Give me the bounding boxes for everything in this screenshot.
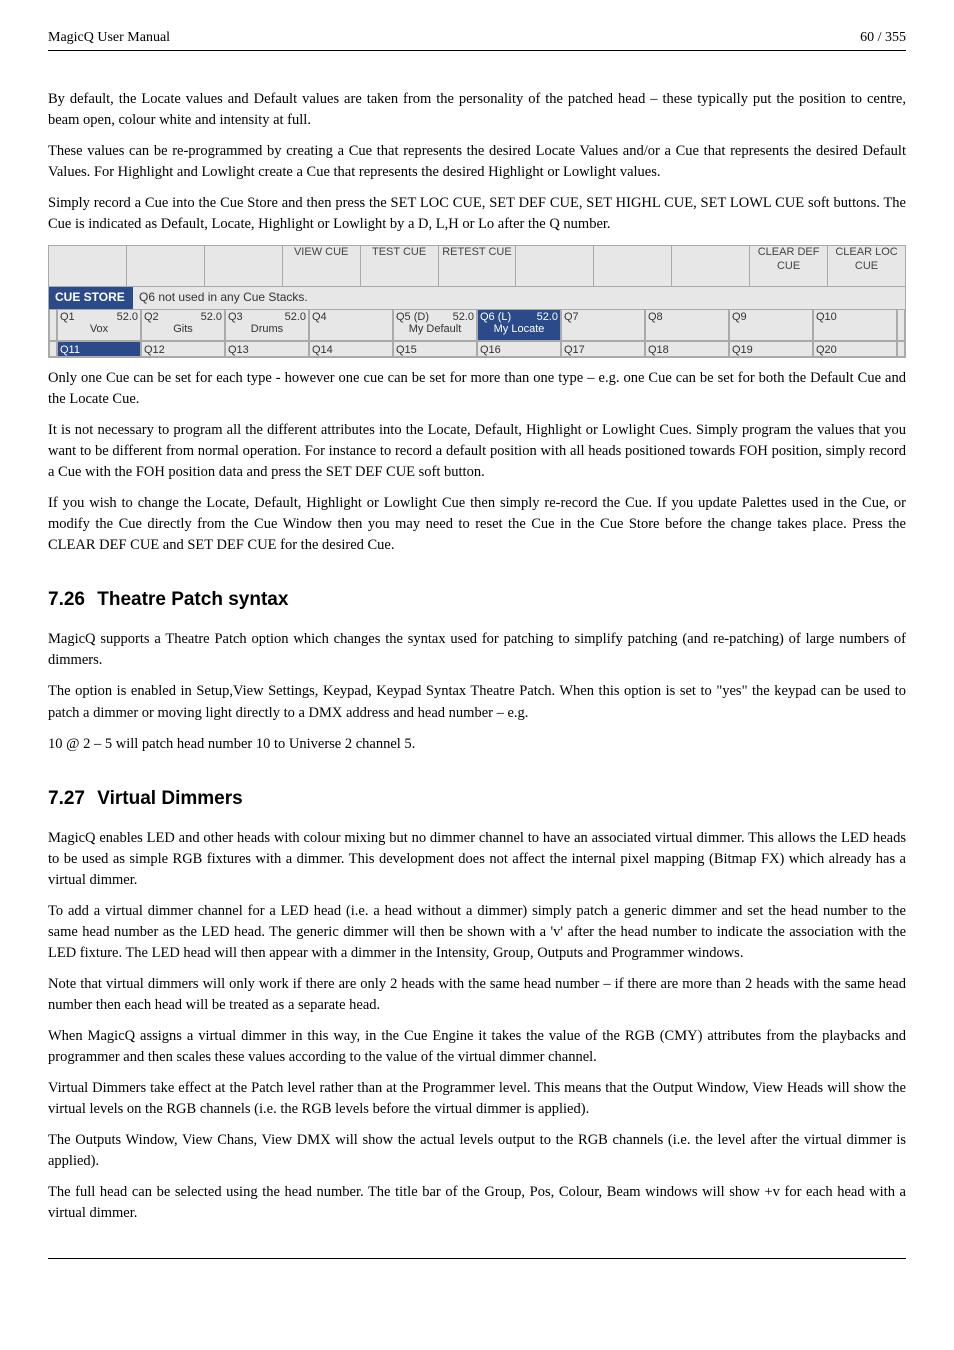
- paragraph: The option is enabled in Setup,View Sett…: [48, 681, 906, 723]
- section-heading-726: 7.26 Theatre Patch syntax: [48, 586, 906, 614]
- cue-store-screenshot: VIEW CUE TEST CUE RETEST CUE CLEAR DEF C…: [48, 245, 906, 357]
- cue-cell[interactable]: Q7: [561, 309, 645, 341]
- soft-button[interactable]: [594, 246, 672, 287]
- paragraph: Note that virtual dimmers will only work…: [48, 974, 906, 1016]
- cue-cell[interactable]: Q16: [477, 341, 561, 357]
- cue-cell[interactable]: Q19: [729, 341, 813, 357]
- footer-rule: [48, 1258, 906, 1259]
- cue-cell[interactable]: Q352.0Drums: [225, 309, 309, 341]
- paragraph: If you wish to change the Locate, Defaul…: [48, 493, 906, 556]
- cue-cell[interactable]: Q17: [561, 341, 645, 357]
- cue-cell[interactable]: Q5 (D)52.0My Default: [393, 309, 477, 341]
- soft-button[interactable]: [672, 246, 750, 287]
- soft-button-view-cue[interactable]: VIEW CUE: [282, 246, 360, 287]
- cue-cell[interactable]: Q10: [813, 309, 897, 341]
- soft-button-retest-cue[interactable]: RETEST CUE: [438, 246, 516, 287]
- cue-cell[interactable]: Q15: [393, 341, 477, 357]
- paragraph: 10 @ 2 – 5 will patch head number 10 to …: [48, 734, 906, 755]
- cue-cell[interactable]: Q11: [57, 341, 141, 357]
- paragraph: When MagicQ assigns a virtual dimmer in …: [48, 1026, 906, 1068]
- cue-store-status: Q6 not used in any Cue Stacks.: [133, 287, 905, 308]
- paragraph: These values can be re-programmed by cre…: [48, 141, 906, 183]
- cue-cell[interactable]: Q6 (L)52.0My Locate: [477, 309, 561, 341]
- cue-cell[interactable]: Q4: [309, 309, 393, 341]
- paragraph: Virtual Dimmers take effect at the Patch…: [48, 1078, 906, 1120]
- paragraph: It is not necessary to program all the d…: [48, 420, 906, 483]
- soft-button-clear-loc-cue[interactable]: CLEAR LOC CUE: [828, 246, 906, 287]
- cue-cell[interactable]: Q13: [225, 341, 309, 357]
- paragraph: MagicQ supports a Theatre Patch option w…: [48, 629, 906, 671]
- section-heading-727: 7.27 Virtual Dimmers: [48, 785, 906, 813]
- page-header: MagicQ User Manual 60 / 355: [48, 28, 906, 51]
- manual-title: MagicQ User Manual: [48, 28, 170, 48]
- cue-cell[interactable]: Q18: [645, 341, 729, 357]
- cue-cell[interactable]: Q252.0Gits: [141, 309, 225, 341]
- cue-cell[interactable]: Q9: [729, 309, 813, 341]
- soft-button[interactable]: [204, 246, 282, 287]
- paragraph: The full head can be selected using the …: [48, 1182, 906, 1224]
- cue-cell[interactable]: Q20: [813, 341, 897, 357]
- paragraph: MagicQ enables LED and other heads with …: [48, 828, 906, 891]
- cue-cell[interactable]: Q14: [309, 341, 393, 357]
- paragraph: By default, the Locate values and Defaul…: [48, 89, 906, 131]
- cue-cell[interactable]: Q12: [141, 341, 225, 357]
- soft-button[interactable]: [49, 246, 127, 287]
- cue-grid-row1: Q152.0VoxQ252.0GitsQ352.0DrumsQ4Q5 (D)52…: [57, 309, 897, 341]
- cue-cell[interactable]: Q8: [645, 309, 729, 341]
- page-number: 60 / 355: [860, 28, 906, 48]
- cue-cell[interactable]: Q152.0Vox: [57, 309, 141, 341]
- soft-button-test-cue[interactable]: TEST CUE: [360, 246, 438, 287]
- paragraph: Simply record a Cue into the Cue Store a…: [48, 193, 906, 235]
- paragraph: To add a virtual dimmer channel for a LE…: [48, 901, 906, 964]
- paragraph: Only one Cue can be set for each type - …: [48, 368, 906, 410]
- cue-grid-row2: Q11Q12Q13Q14Q15Q16Q17Q18Q19Q20: [57, 341, 897, 357]
- soft-button[interactable]: [516, 246, 594, 287]
- paragraph: The Outputs Window, View Chans, View DMX…: [48, 1130, 906, 1172]
- soft-button[interactable]: [126, 246, 204, 287]
- cue-store-title: CUE STORE: [49, 287, 133, 308]
- soft-button-clear-def-cue[interactable]: CLEAR DEF CUE: [750, 246, 828, 287]
